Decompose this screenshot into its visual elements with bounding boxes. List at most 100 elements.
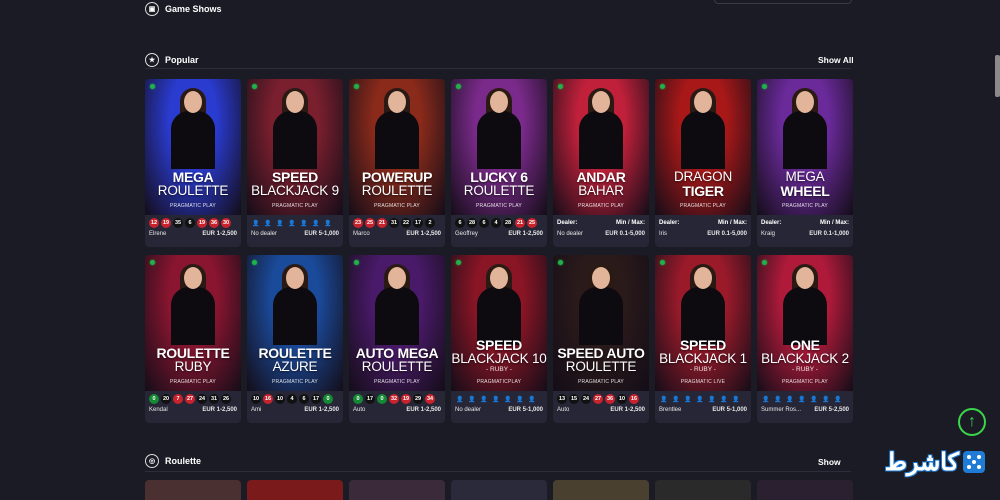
dealer-body bbox=[579, 111, 623, 169]
recent-results: 13 15 24 27 36 10 16 bbox=[557, 393, 645, 405]
game-title-line2: ROULETTE bbox=[361, 183, 433, 198]
game-thumbnail[interactable]: LUCKY 6 ROULETTE PRAGMATIC PLAY bbox=[451, 79, 547, 215]
dealer-body bbox=[171, 111, 215, 169]
game-card[interactable]: MEGA ROULETTE PRAGMATIC PLAY 12 19 35 6 19 36 30 E… bbox=[145, 79, 241, 247]
game-thumbnail[interactable]: ROULETTE AZURE PRAGMATIC PLAY bbox=[247, 255, 343, 391]
game-card[interactable]: LUCKY 6 ROULETTE PRAGMATIC PLAY 6 28 6 4 28 21 25… bbox=[451, 79, 547, 247]
show-all-roulette-link[interactable]: Show bbox=[818, 457, 841, 467]
seat-icon: 👤 bbox=[786, 396, 794, 403]
game-thumbnail[interactable]: AUTO MEGA ROULETTE PRAGMATIC PLAY bbox=[349, 255, 445, 391]
game-card[interactable] bbox=[247, 480, 343, 500]
table-seats: 👤 👤 👤 👤 👤 👤 👤 bbox=[455, 393, 543, 405]
dealer-header: Dealer: Min / Max: bbox=[761, 217, 849, 229]
game-card[interactable]: SPEED BLACKJACK 10- RUBY - PRAGMATICPLAY 👤 👤… bbox=[451, 255, 547, 423]
dealer-name: Iris bbox=[659, 231, 667, 237]
game-card[interactable]: SPEED BLACKJACK 1- RUBY - PRAGMATIC LIVE 👤 👤… bbox=[655, 255, 751, 423]
minmax-label: Min / Max: bbox=[717, 220, 747, 226]
result-number: 16 bbox=[629, 394, 639, 404]
game-card[interactable] bbox=[145, 480, 241, 500]
game-card[interactable]: POWERUP ROULETTE PRAGMATIC PLAY 23 25 21 31 22 1… bbox=[349, 79, 445, 247]
game-title-line1: LUCKY 6 bbox=[470, 169, 528, 185]
seat-icon: 👤 bbox=[732, 396, 740, 403]
recent-results: 12 19 35 6 19 36 30 bbox=[149, 217, 237, 229]
result-number: 25 bbox=[527, 218, 537, 228]
game-card[interactable]: SPEED AUTO ROULETTE PRAGMATIC PLAY 13 15 24 27… bbox=[553, 255, 649, 423]
game-thumbnail[interactable]: SPEED AUTO ROULETTE PRAGMATIC PLAY bbox=[553, 255, 649, 391]
game-card[interactable]: ANDAR BAHAR PRAGMATIC PLAY Dealer: Min / Max… bbox=[553, 79, 649, 247]
seat-icon: 👤 bbox=[528, 396, 536, 403]
game-card[interactable]: ROULETTE AZURE PRAGMATIC PLAY 10 16 10 4 6 17 0 Am… bbox=[247, 255, 343, 423]
game-info: 6 28 6 4 28 21 25 Geoffrey EUR 1-2,500 bbox=[451, 215, 547, 247]
game-thumbnail[interactable]: POWERUP ROULETTE PRAGMATIC PLAY bbox=[349, 79, 445, 215]
dealer-portrait bbox=[681, 88, 725, 171]
game-title-line1: SPEED AUTO bbox=[557, 345, 645, 361]
result-number: 21 bbox=[377, 218, 387, 228]
result-number: 17 bbox=[413, 218, 423, 228]
bet-limit: EUR 5-1,000 bbox=[508, 407, 543, 413]
game-card[interactable]: ROULETTE RUBY PRAGMATIC PLAY 0 20 7 27 24 31 26 Ke… bbox=[145, 255, 241, 423]
dealer-head bbox=[282, 88, 308, 130]
game-thumbnail[interactable]: DRAGON TIGER PRAGMATIC PLAY bbox=[655, 79, 751, 215]
live-indicator bbox=[252, 260, 257, 265]
game-card[interactable]: AUTO MEGA ROULETTE PRAGMATIC PLAY 0 17 0 32 19 2… bbox=[349, 255, 445, 423]
dealer-body bbox=[375, 287, 419, 345]
game-card[interactable] bbox=[451, 480, 547, 500]
dealer-portrait bbox=[171, 88, 215, 171]
seat-icon: 👤 bbox=[774, 396, 782, 403]
dealer-body bbox=[783, 111, 827, 169]
game-info: 👤 👤 👤 👤 👤 👤 👤 No dealer EUR 5-1,000 bbox=[451, 391, 547, 423]
result-number: 30 bbox=[221, 218, 231, 228]
game-thumbnail[interactable]: SPEED BLACKJACK 10- RUBY - PRAGMATICPLAY bbox=[451, 255, 547, 391]
dealer-portrait bbox=[477, 88, 521, 171]
seat-icon: 👤 bbox=[684, 396, 692, 403]
page-scrollbar[interactable] bbox=[995, 55, 1000, 97]
result-number: 27 bbox=[593, 394, 603, 404]
game-title-line1: DRAGON bbox=[673, 169, 733, 184]
live-indicator bbox=[660, 84, 665, 89]
game-card[interactable] bbox=[757, 480, 853, 500]
live-indicator bbox=[354, 84, 359, 89]
result-number: 0 bbox=[377, 394, 387, 404]
game-card[interactable]: DRAGON TIGER PRAGMATIC PLAY Dealer: Min / Ma… bbox=[655, 79, 751, 247]
game-thumbnail[interactable]: ANDAR BAHAR PRAGMATIC PLAY bbox=[553, 79, 649, 215]
dealer-portrait bbox=[681, 264, 725, 347]
game-title-line2: RUBY bbox=[174, 359, 212, 374]
game-card[interactable] bbox=[349, 480, 445, 500]
dealer-limit-row: Geoffrey EUR 1-2,500 bbox=[455, 231, 543, 237]
recent-results: 0 20 7 27 24 31 26 bbox=[149, 393, 237, 405]
scroll-to-top-button[interactable]: ↑ bbox=[958, 408, 986, 436]
seat-icon: 👤 bbox=[276, 220, 284, 227]
live-indicator bbox=[558, 260, 563, 265]
dealer-header: Dealer: Min / Max: bbox=[557, 217, 645, 229]
game-card[interactable]: SPEED BLACKJACK 9 PRAGMATIC PLAY 👤 👤 👤 👤 👤 👤 👤 No … bbox=[247, 79, 343, 247]
game-thumbnail[interactable]: ROULETTE RUBY PRAGMATIC PLAY bbox=[145, 255, 241, 391]
game-title-line2: AZURE bbox=[272, 359, 318, 374]
divider bbox=[145, 68, 851, 69]
game-thumbnail[interactable]: MEGA WHEEL PRAGMATIC PLAY bbox=[757, 79, 853, 215]
game-card[interactable] bbox=[655, 480, 751, 500]
game-title-line1: ANDAR bbox=[576, 169, 626, 185]
result-number: 6 bbox=[479, 218, 489, 228]
game-thumbnail[interactable]: MEGA ROULETTE PRAGMATIC PLAY bbox=[145, 79, 241, 215]
game-thumbnail[interactable]: SPEED BLACKJACK 9 PRAGMATIC PLAY bbox=[247, 79, 343, 215]
game-card[interactable]: MEGA WHEEL PRAGMATIC PLAY Dealer: Min / Max:… bbox=[757, 79, 853, 247]
top-search-box[interactable] bbox=[714, 0, 852, 4]
game-title-line1: ROULETTE bbox=[258, 345, 332, 361]
dealer-portrait bbox=[375, 264, 419, 347]
dealer-name: Auto bbox=[353, 407, 366, 413]
dealer-name: Summer Ros... bbox=[761, 407, 802, 413]
game-thumbnail[interactable]: ONE BLACKJACK 2- RUBY - PRAGMATIC PLAY bbox=[757, 255, 853, 391]
provider-label: PRAGMATIC PLAY bbox=[578, 203, 624, 209]
dealer-body bbox=[273, 111, 317, 169]
game-card[interactable] bbox=[553, 480, 649, 500]
game-card[interactable]: ONE BLACKJACK 2- RUBY - PRAGMATIC PLAY 👤 👤 👤 👤… bbox=[757, 255, 853, 423]
show-all-popular-link[interactable]: Show All bbox=[818, 55, 854, 65]
game-title-line2: ROULETTE bbox=[463, 183, 535, 198]
bet-limit: EUR 0.1-5,000 bbox=[707, 231, 747, 237]
seat-icon: 👤 bbox=[468, 396, 476, 403]
game-title: AUTO MEGA ROULETTE PRAGMATIC PLAY bbox=[349, 346, 445, 385]
dealer-name: No dealer bbox=[251, 231, 278, 237]
game-thumbnail[interactable]: SPEED BLACKJACK 1- RUBY - PRAGMATIC LIVE bbox=[655, 255, 751, 391]
game-info: 0 20 7 27 24 31 26 Kendal EUR 1-2,500 bbox=[145, 391, 241, 423]
game-info: 👤 👤 👤 👤 👤 👤 👤 No dealer EUR 5-1,000 bbox=[247, 215, 343, 247]
